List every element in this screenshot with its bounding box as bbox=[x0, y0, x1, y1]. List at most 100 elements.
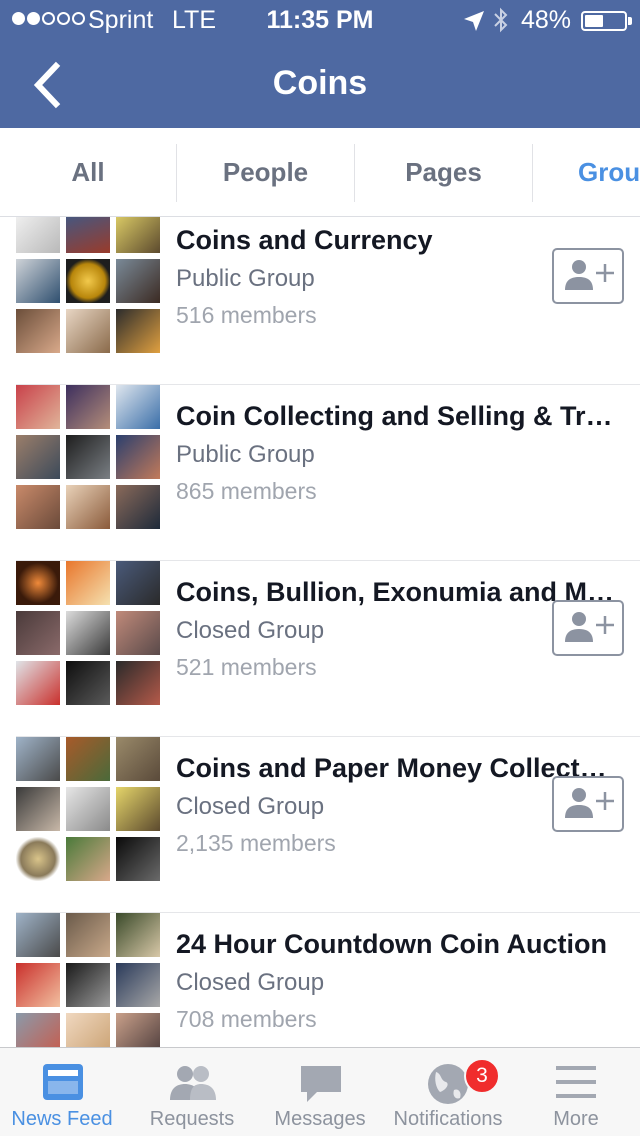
member-count: 708 members bbox=[176, 1006, 317, 1032]
member-photo bbox=[66, 309, 110, 353]
group-row[interactable]: Coins and Currency Public Group 516 memb… bbox=[0, 217, 640, 385]
tab-label: Notifications bbox=[393, 1108, 503, 1130]
member-photo bbox=[16, 217, 60, 253]
navigation-header: Sprint LTE 11:35 PM 48% Coins bbox=[0, 0, 640, 128]
hamburger-menu-icon bbox=[556, 1066, 596, 1098]
member-photo-grid bbox=[16, 217, 160, 353]
member-photo bbox=[66, 737, 110, 781]
member-photo bbox=[16, 737, 60, 781]
member-photo bbox=[116, 561, 160, 605]
member-photo bbox=[16, 913, 60, 957]
group-name[interactable]: Coins and Paper Money Collectors bbox=[176, 753, 616, 784]
member-photo bbox=[16, 385, 60, 429]
messages-icon bbox=[301, 1066, 341, 1102]
member-photo bbox=[16, 259, 60, 303]
member-photo bbox=[116, 217, 160, 253]
member-photo bbox=[116, 385, 160, 429]
member-photo bbox=[116, 913, 160, 957]
group-name[interactable]: 24 Hour Countdown Coin Auction bbox=[176, 929, 616, 960]
battery-percentage: 48% bbox=[521, 6, 572, 34]
group-privacy: Closed Group bbox=[176, 969, 325, 996]
tab-label: Groups bbox=[578, 156, 640, 187]
member-count: 521 members bbox=[176, 654, 317, 680]
tab-label: Messages bbox=[274, 1108, 366, 1130]
friend-requests-icon bbox=[170, 1066, 216, 1100]
tab-groups[interactable]: Groups bbox=[578, 128, 640, 216]
news-feed-icon bbox=[43, 1064, 83, 1100]
bottom-tab-bar: News Feed Requests Messages Notification… bbox=[0, 1047, 640, 1136]
join-group-button[interactable] bbox=[552, 248, 624, 304]
member-photo bbox=[116, 787, 160, 831]
member-photo bbox=[16, 1013, 60, 1047]
member-photo bbox=[66, 611, 110, 655]
member-photo bbox=[16, 309, 60, 353]
group-row[interactable]: 24 Hour Countdown Coin Auction Closed Gr… bbox=[0, 913, 640, 1047]
member-photo bbox=[116, 259, 160, 303]
battery-level bbox=[585, 15, 603, 27]
member-photo bbox=[66, 485, 110, 529]
member-photo bbox=[116, 1013, 160, 1047]
member-photo-grid bbox=[16, 561, 160, 705]
tab-label: Pages bbox=[405, 156, 482, 187]
tab-label: More bbox=[553, 1108, 599, 1130]
tab-pages[interactable]: Pages bbox=[355, 128, 532, 216]
tab-messages[interactable]: Messages bbox=[256, 1048, 384, 1136]
member-photo bbox=[16, 787, 60, 831]
member-photo bbox=[66, 561, 110, 605]
member-count: 2,135 members bbox=[176, 830, 336, 856]
join-group-button[interactable] bbox=[552, 776, 624, 832]
member-photo bbox=[66, 913, 110, 957]
member-photo bbox=[116, 485, 160, 529]
join-group-button[interactable] bbox=[552, 600, 624, 656]
search-filter-tabs: All People Pages Groups bbox=[0, 128, 640, 217]
member-count: 516 members bbox=[176, 302, 317, 328]
tab-more[interactable]: More bbox=[512, 1048, 640, 1136]
group-row[interactable]: Coin Collecting and Selling & Trading Pu… bbox=[0, 385, 640, 561]
member-photo bbox=[116, 661, 160, 705]
add-person-icon bbox=[565, 260, 614, 290]
location-arrow-icon bbox=[464, 11, 484, 31]
group-privacy: Closed Group bbox=[176, 793, 325, 820]
member-photo bbox=[116, 737, 160, 781]
tab-label: News Feed bbox=[11, 1108, 113, 1130]
tab-news-feed[interactable]: News Feed bbox=[0, 1048, 124, 1136]
group-privacy: Public Group bbox=[176, 265, 315, 292]
tab-people[interactable]: People bbox=[177, 128, 354, 216]
member-photo-grid bbox=[16, 737, 160, 881]
tab-requests[interactable]: Requests bbox=[128, 1048, 256, 1136]
member-photo bbox=[66, 435, 110, 479]
tab-label: Requests bbox=[149, 1108, 235, 1130]
member-photo bbox=[66, 259, 110, 303]
battery-tip bbox=[628, 17, 632, 25]
status-bar: Sprint LTE 11:35 PM 48% bbox=[0, 0, 640, 40]
member-photo bbox=[16, 435, 60, 479]
page-title: Coins bbox=[272, 64, 368, 102]
member-photo bbox=[66, 963, 110, 1007]
member-count: 865 members bbox=[176, 478, 317, 504]
bluetooth-icon bbox=[494, 7, 508, 33]
member-photo bbox=[16, 661, 60, 705]
group-row[interactable]: Coins, Bullion, Exonumia and More Closed… bbox=[0, 561, 640, 737]
member-photo bbox=[116, 611, 160, 655]
member-photo-grid bbox=[16, 913, 160, 1047]
tab-label: People bbox=[222, 156, 309, 187]
globe-icon bbox=[428, 1064, 468, 1104]
group-name[interactable]: Coin Collecting and Selling & Trading bbox=[176, 401, 616, 432]
group-name[interactable]: Coins, Bullion, Exonumia and More bbox=[176, 577, 616, 608]
member-photo bbox=[66, 217, 110, 253]
group-row[interactable]: Coins and Paper Money Collectors Closed … bbox=[0, 737, 640, 913]
tab-label: All bbox=[71, 156, 105, 187]
add-person-icon bbox=[565, 612, 614, 642]
member-photo-grid bbox=[16, 385, 160, 529]
member-photo bbox=[66, 661, 110, 705]
member-photo bbox=[66, 787, 110, 831]
member-photo bbox=[16, 485, 60, 529]
group-name[interactable]: Coins and Currency bbox=[176, 225, 616, 256]
notification-badge: 3 bbox=[464, 1058, 500, 1094]
member-photo bbox=[116, 435, 160, 479]
member-photo bbox=[116, 963, 160, 1007]
member-photo bbox=[16, 963, 60, 1007]
group-privacy: Public Group bbox=[176, 441, 315, 468]
member-photo bbox=[66, 837, 110, 881]
tab-all[interactable]: All bbox=[0, 128, 176, 216]
